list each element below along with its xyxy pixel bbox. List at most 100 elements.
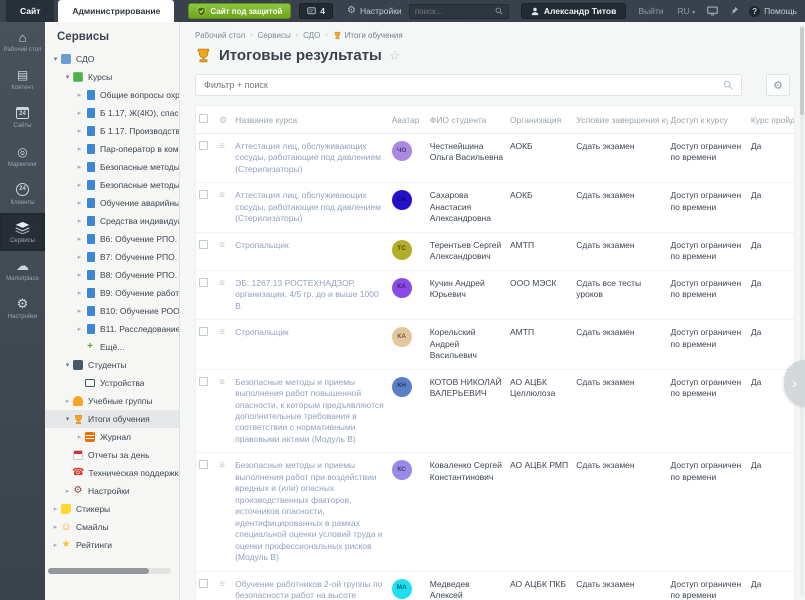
course-name-link[interactable]: Стропальщик bbox=[235, 240, 289, 250]
course-name-link[interactable]: ЭБ: 1267.13 РОСТЕХНАДЗОР, организации, 4… bbox=[235, 278, 379, 311]
breadcrumb-sdo[interactable]: СДО bbox=[303, 31, 320, 40]
rail-item-marketing[interactable]: ◎Маркетинг bbox=[0, 137, 45, 175]
drag-handle-icon[interactable]: ≡ bbox=[219, 327, 225, 338]
row-checkbox[interactable] bbox=[199, 327, 208, 336]
breadcrumb-desktop[interactable]: Рабочий стол bbox=[195, 31, 245, 40]
desktop-app-icon[interactable] bbox=[707, 6, 718, 16]
tree-item[interactable]: ▸Общие вопросы охраны труда средств и… bbox=[45, 86, 179, 104]
notifications-counter-button[interactable]: 4 bbox=[299, 3, 333, 19]
column-header-2[interactable]: ФИО студента bbox=[427, 106, 507, 134]
course-name-link[interactable]: Обучение работников 2-ой группы по безоп… bbox=[235, 579, 382, 600]
row-checkbox[interactable] bbox=[199, 579, 208, 588]
tree-item[interactable]: +Ещё... bbox=[45, 338, 179, 356]
course-name-link[interactable]: Безопасные методы и приемы выполнения ра… bbox=[235, 377, 384, 444]
tree-item[interactable]: ▸В6: Обучение РПО. Земляные ра… bbox=[45, 230, 179, 248]
tree-item[interactable]: ▾Студенты bbox=[45, 356, 179, 374]
main-vertical-scrollbar[interactable] bbox=[800, 25, 804, 597]
tree-item[interactable]: ▸★Рейтинги bbox=[45, 536, 179, 554]
tree-expand-arrow[interactable]: ▸ bbox=[75, 325, 84, 333]
row-checkbox[interactable] bbox=[199, 377, 208, 386]
tree-item[interactable]: ▸Средства индивидуальной защит… bbox=[45, 212, 179, 230]
user-menu-button[interactable]: Александр Титов bbox=[521, 3, 627, 19]
tree-item[interactable]: ▾СДО bbox=[45, 50, 179, 68]
row-checkbox[interactable] bbox=[199, 278, 208, 287]
topbar-settings-button[interactable]: ⚙ Настройки bbox=[347, 6, 402, 16]
tree-item[interactable]: ▾Итоги обучения bbox=[45, 410, 179, 428]
drag-handle-icon[interactable]: ≡ bbox=[219, 460, 225, 471]
column-header-5[interactable]: Доступ к курсу bbox=[668, 106, 748, 134]
rail-item-services[interactable]: Сервисы bbox=[0, 213, 45, 251]
filter-search-input[interactable] bbox=[204, 80, 723, 90]
tree-expand-arrow[interactable]: ▸ bbox=[51, 505, 60, 513]
drag-handle-icon[interactable]: ≡ bbox=[219, 377, 225, 388]
course-name-link[interactable]: Аттестация лиц, обслуживающих сосуды, ра… bbox=[235, 190, 381, 223]
tree-expand-arrow[interactable]: ▸ bbox=[75, 181, 84, 189]
column-header-4[interactable]: Условие завершения ку... bbox=[573, 106, 667, 134]
tree-item[interactable]: Устройства bbox=[45, 374, 179, 392]
tree-expand-arrow[interactable]: ▸ bbox=[75, 289, 84, 297]
grid-settings-button[interactable]: ⚙ bbox=[766, 74, 790, 96]
rail-item-settings[interactable]: ⚙Настройки bbox=[0, 289, 45, 327]
gear-icon[interactable]: ⚙ bbox=[219, 115, 227, 125]
course-name-link[interactable]: Безопасные методы и приемы выполнения ра… bbox=[235, 460, 382, 562]
column-header-3[interactable]: Организация bbox=[507, 106, 573, 134]
tree-item[interactable]: ▸Б 1.17. Производство и потребле… bbox=[45, 122, 179, 140]
tree-item[interactable]: ▸Б 1.17, Ж(4Ю), спасование и рефор… bbox=[45, 104, 179, 122]
tab-site[interactable]: Сайт bbox=[6, 0, 54, 22]
drag-handle-icon[interactable]: ≡ bbox=[219, 190, 225, 201]
rail-item-marketplace[interactable]: ☁Marketplace bbox=[0, 251, 45, 289]
tab-admin[interactable]: Администрирование bbox=[58, 0, 174, 22]
tree-expand-arrow[interactable]: ▸ bbox=[51, 523, 60, 531]
tree-expand-arrow[interactable]: ▸ bbox=[75, 163, 84, 171]
column-header-0[interactable]: Название курса bbox=[232, 106, 389, 134]
tree-expand-arrow[interactable]: ▸ bbox=[75, 145, 84, 153]
column-header-1[interactable]: Аватар bbox=[389, 106, 427, 134]
tree-expand-arrow[interactable]: ▸ bbox=[75, 91, 84, 99]
rail-item-content[interactable]: ▤Контент bbox=[0, 60, 45, 98]
tree-expand-arrow[interactable]: ▸ bbox=[63, 487, 72, 495]
tree-expand-arrow[interactable]: ▸ bbox=[51, 541, 60, 549]
drag-handle-icon[interactable]: ≡ bbox=[219, 240, 225, 251]
tree-expand-arrow[interactable]: ▸ bbox=[75, 253, 84, 261]
tree-item[interactable]: ▸Стикеры bbox=[45, 500, 179, 518]
tree-expand-arrow[interactable]: ▸ bbox=[75, 199, 84, 207]
topbar-search[interactable] bbox=[409, 4, 509, 19]
tree-expand-arrow[interactable]: ▸ bbox=[75, 235, 84, 243]
column-header-6[interactable]: Курс пройден bbox=[748, 106, 794, 134]
tree-item[interactable]: ▸В8: Обучение РПО. Правила без… bbox=[45, 266, 179, 284]
tree-item[interactable]: ☎Техническая поддержка bbox=[45, 464, 179, 482]
tree-expand-arrow[interactable]: ▾ bbox=[51, 55, 60, 63]
site-protected-button[interactable]: Сайт под защитой bbox=[188, 3, 291, 19]
language-selector[interactable]: RU ▾ bbox=[677, 6, 695, 16]
tree-expand-arrow[interactable]: ▸ bbox=[75, 217, 84, 225]
row-checkbox[interactable] bbox=[199, 460, 208, 469]
drag-handle-icon[interactable]: ≡ bbox=[219, 141, 225, 152]
rail-item-clients[interactable]: 24Клиенты bbox=[0, 175, 45, 213]
tree-expand-arrow[interactable]: ▸ bbox=[75, 109, 84, 117]
tree-expand-arrow[interactable]: ▸ bbox=[75, 271, 84, 279]
rail-item-sites[interactable]: 24Сайты bbox=[0, 98, 45, 136]
tree-horizontal-scrollbar[interactable] bbox=[48, 568, 171, 574]
tree-expand-arrow[interactable]: ▸ bbox=[75, 307, 84, 315]
favorite-star-icon[interactable]: ☆ bbox=[389, 48, 401, 64]
breadcrumb-services[interactable]: Сервисы bbox=[258, 31, 291, 40]
course-name-link[interactable]: Аттестация лиц, обслуживающих сосуды, ра… bbox=[235, 141, 381, 174]
drag-handle-icon[interactable]: ≡ bbox=[219, 278, 225, 289]
filter-search-box[interactable] bbox=[195, 74, 742, 96]
tree-item[interactable]: ▸Журнал bbox=[45, 428, 179, 446]
tree-item[interactable]: ▸Учебные группы bbox=[45, 392, 179, 410]
tree-expand-arrow[interactable]: ▸ bbox=[75, 127, 84, 135]
breadcrumb-current[interactable]: Итоги обучения bbox=[333, 31, 403, 40]
tree-item[interactable]: ▸Безопасные методы и приемы вы… bbox=[45, 176, 179, 194]
row-checkbox[interactable] bbox=[199, 190, 208, 199]
row-checkbox[interactable] bbox=[199, 141, 208, 150]
topbar-search-input[interactable] bbox=[415, 7, 491, 16]
help-button[interactable]: ? Помощь bbox=[749, 6, 797, 17]
row-checkbox[interactable] bbox=[199, 240, 208, 249]
logout-link[interactable]: Выйти bbox=[638, 6, 663, 16]
tree-expand-arrow[interactable]: ▸ bbox=[63, 397, 72, 405]
tree-item[interactable]: ▸В9: Обучение работников 1-ой гр… bbox=[45, 284, 179, 302]
tree-item[interactable]: ▸☺Смайлы bbox=[45, 518, 179, 536]
tree-expand-arrow[interactable]: ▸ bbox=[75, 433, 84, 441]
tree-item[interactable]: ▾Курсы bbox=[45, 68, 179, 86]
